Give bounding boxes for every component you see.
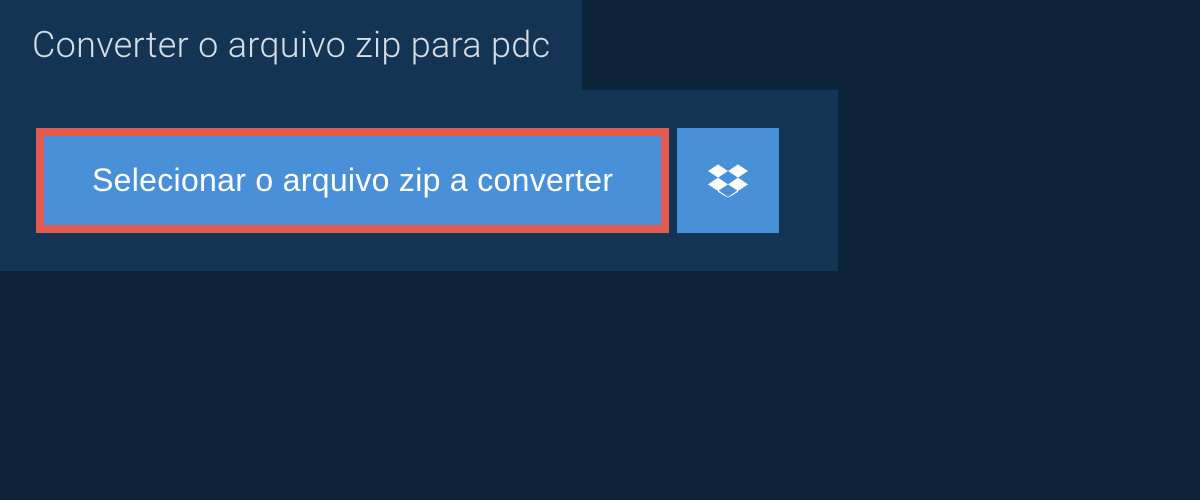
tab-label: Converter o arquivo zip para pdc xyxy=(32,24,550,66)
tab-convert[interactable]: Converter o arquivo zip para pdc xyxy=(0,0,582,90)
content-panel: Selecionar o arquivo zip a converter xyxy=(0,90,838,271)
dropbox-button[interactable] xyxy=(677,128,779,233)
select-file-button[interactable]: Selecionar o arquivo zip a converter xyxy=(44,136,661,225)
tab-bar: Converter o arquivo zip para pdc xyxy=(0,0,1200,90)
select-file-label: Selecionar o arquivo zip a converter xyxy=(92,162,613,198)
dropbox-icon xyxy=(708,161,748,201)
button-row: Selecionar o arquivo zip a converter xyxy=(36,128,802,233)
highlight-frame: Selecionar o arquivo zip a converter xyxy=(36,128,669,233)
